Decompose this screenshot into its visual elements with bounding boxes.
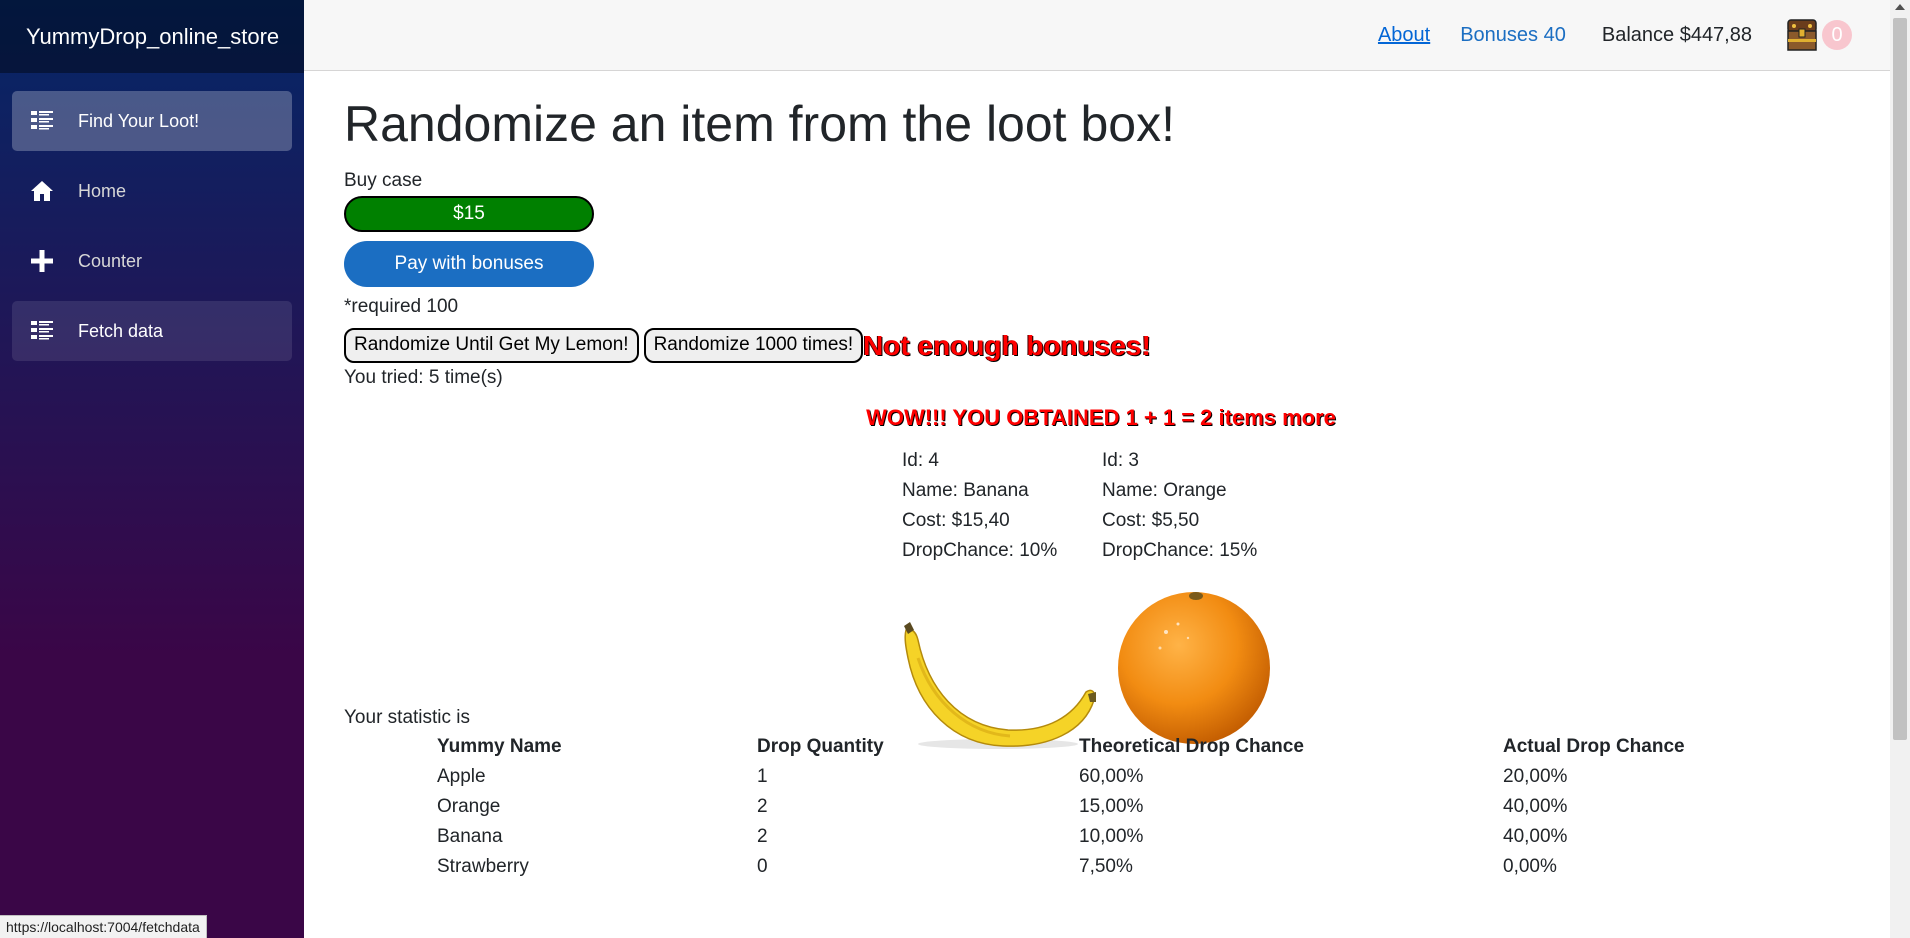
table-cell: 40,00% (1503, 826, 1568, 847)
table-cell: 0,00% (1503, 856, 1557, 877)
table-cell: 15,00% (1079, 796, 1144, 817)
obtained-items-banner: WOW!!! YOU OBTAINED 1 + 1 = 2 items more (866, 405, 1336, 430)
page-scrollbar[interactable] (1890, 0, 1910, 938)
banana-image (904, 622, 1096, 749)
sidebar-item-counter[interactable]: Counter (12, 231, 292, 291)
sidebar-item-label: Fetch data (78, 320, 164, 341)
scroll-up-arrow-icon[interactable] (1895, 4, 1905, 10)
randomize-1000-button[interactable]: Randomize 1000 times! (643, 328, 864, 363)
randomize-until-lemon-button[interactable]: Randomize Until Get My Lemon! (344, 328, 639, 363)
sidebar-item-label: Counter (78, 250, 143, 271)
item-cost: Cost: $5,50 (1102, 510, 1200, 531)
item-drop-chance: DropChance: 15% (1102, 540, 1258, 561)
pay-with-bonuses-button[interactable]: Pay with bonuses (344, 241, 594, 287)
table-row: Orange 2 15,00% 40,00% (437, 792, 1753, 822)
table-row: Apple 1 60,00% 20,00% (437, 762, 1753, 792)
sidebar-item-find-your-loot[interactable]: Find Your Loot! (12, 91, 292, 151)
list-rich-icon (30, 109, 54, 133)
item-name: Name: Banana (902, 480, 1029, 501)
sidebar-item-home[interactable]: Home (12, 161, 292, 221)
list-rich-icon (30, 319, 54, 343)
table-cell: 10,00% (1079, 826, 1144, 847)
item-name: Name: Orange (1102, 480, 1227, 501)
home-icon (30, 179, 54, 203)
table-cell: 0 (757, 856, 768, 877)
bonuses-link[interactable]: Bonuses 40 (1460, 24, 1566, 47)
table-cell: Banana (437, 826, 503, 847)
table-cell: 1 (757, 766, 768, 787)
tried-count-text: You tried: 5 time(s) (344, 367, 503, 388)
sidebar: YummyDrop_online_store Find Your Loot! H… (0, 0, 304, 938)
statistic-label: Your statistic is (344, 707, 471, 728)
not-enough-bonuses-warning: Not enough bonuses! (863, 329, 1151, 361)
table-row: Strawberry 0 7,50% 0,00% (437, 852, 1753, 882)
table-cell: 7,50% (1079, 856, 1133, 877)
about-link[interactable]: About (1378, 24, 1430, 47)
page-title: Randomize an item from the loot box! (344, 96, 1175, 152)
column-header: Yummy Name (437, 736, 562, 757)
buy-case-button[interactable]: $15 (344, 196, 594, 232)
column-header: Actual Drop Chance (1503, 736, 1685, 757)
cart-count-badge[interactable]: 0 (1822, 20, 1852, 50)
plus-icon (30, 249, 54, 273)
sidebar-item-label: Home (78, 180, 127, 201)
brand-link[interactable]: YummyDrop_online_store (26, 24, 279, 50)
table-cell: 60,00% (1079, 766, 1144, 787)
column-header: Drop Quantity (757, 736, 884, 757)
status-bar-url: https://localhost:7004/fetchdata (0, 915, 207, 938)
table-cell: 20,00% (1503, 766, 1568, 787)
table-header-row: Yummy Name Drop Quantity Theoretical Dro… (437, 732, 1753, 762)
balance-text: Balance $447,88 (1601, 23, 1752, 46)
table-cell: 2 (757, 826, 768, 847)
item-drop-chance: DropChance: 10% (902, 540, 1058, 561)
table-cell: Apple (437, 766, 486, 787)
item-card-orange: Id: 3 Name: Orange Cost: $5,50 DropChanc… (1102, 446, 1257, 566)
statistics-table: Yummy Name Drop Quantity Theoretical Dro… (437, 732, 1753, 882)
item-id: Id: 4 (902, 450, 939, 471)
column-header: Theoretical Drop Chance (1079, 736, 1304, 757)
sidebar-nav: Find Your Loot! Home Counter Fetch data (0, 73, 304, 361)
main-content: Randomize an item from the loot box! Buy… (344, 71, 1864, 389)
table-cell: 2 (757, 796, 768, 817)
brand-bar: YummyDrop_online_store (0, 0, 304, 73)
sidebar-item-fetch-data[interactable]: Fetch data (12, 301, 292, 361)
required-bonuses-text: *required 100 (344, 296, 459, 317)
item-card-banana: Id: 4 Name: Banana Cost: $15,40 DropChan… (902, 446, 1057, 566)
treasure-chest-icon[interactable] (1784, 17, 1820, 53)
table-cell: 40,00% (1503, 796, 1568, 817)
buy-case-label: Buy case (344, 170, 423, 191)
item-id: Id: 3 (1102, 450, 1139, 471)
table-row: Banana 2 10,00% 40,00% (437, 822, 1753, 852)
orange-image (1118, 592, 1270, 744)
top-row: About Bonuses 40 Balance $447,88 0 (304, 0, 1890, 71)
scroll-thumb[interactable] (1893, 18, 1907, 740)
randomize-buttons-row: Randomize Until Get My Lemon! Randomize … (344, 328, 1864, 363)
sidebar-item-label: Find Your Loot! (78, 110, 200, 131)
item-cost: Cost: $15,40 (902, 510, 1010, 531)
table-cell: Strawberry (437, 856, 529, 877)
table-cell: Orange (437, 796, 501, 817)
